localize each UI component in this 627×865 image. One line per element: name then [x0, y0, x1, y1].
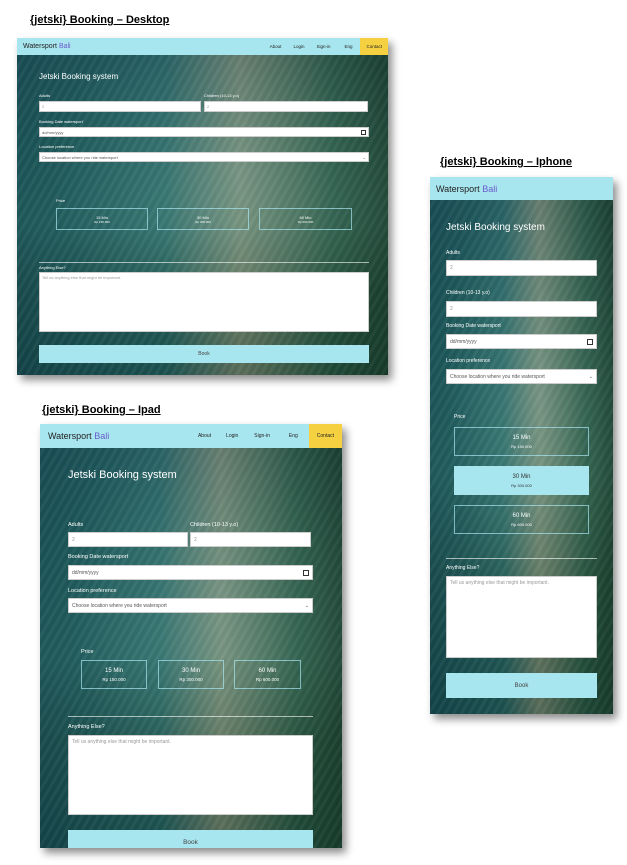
date-input[interactable]: dd/mm/yyyy [39, 127, 369, 137]
location-label: Location preference [39, 144, 75, 149]
children-label: Children (10-13 y.o) [204, 93, 240, 98]
iphone-nav: Watersport Bali [430, 177, 613, 200]
children-input[interactable]: 2 [446, 301, 597, 317]
iphone-caption: {jetski} Booking – Iphone [440, 156, 573, 168]
price-option-60[interactable]: 60 Min Rp 600.000 [259, 208, 352, 230]
children-input[interactable]: 2 [204, 101, 368, 112]
price-option-30[interactable]: 30 Min Rp 300.000 [454, 466, 589, 495]
date-input[interactable]: dd/mm/yyyy [68, 565, 313, 580]
location-select[interactable]: Choose location where you ride waterspor… [446, 369, 597, 384]
iphone-brand[interactable]: Watersport Bali [436, 184, 497, 194]
children-label: Children (10-13 y.o) [446, 290, 490, 296]
ipad-caption: {jetski} Booking – Ipad [42, 404, 161, 416]
chevron-down-icon: ⌄ [588, 373, 593, 380]
date-label: Booking Date watersport [39, 119, 83, 124]
nav-about[interactable]: About [191, 424, 218, 448]
ipad-nav: Watersport Bali About Login Sign-in Eng … [40, 424, 342, 448]
ipad-frame: Watersport Bali About Login Sign-in Eng … [40, 424, 342, 848]
children-input[interactable]: 2 [190, 532, 311, 547]
anything-textarea[interactable]: Tell us anything else that might be impo… [446, 576, 597, 658]
adults-label: Adults [39, 93, 51, 98]
page-title: Jetski Booking system [39, 72, 119, 81]
nav-signin[interactable]: Sign-in [310, 38, 336, 55]
nav-login[interactable]: Login [218, 424, 246, 448]
iphone-frame: Watersport Bali Jetski Booking system Ad… [430, 177, 613, 714]
adults-label: Adults [68, 522, 84, 528]
divider [446, 558, 597, 559]
desktop-nav: Watersport Bali About Login Sign-in Eng … [17, 38, 388, 55]
price-label: Price [81, 649, 94, 655]
adults-input[interactable]: 2 [39, 101, 201, 112]
price-option-15[interactable]: 15 Min Rp 150.000 [454, 427, 589, 456]
price-option-15[interactable]: 15 Min Rp 150.000 [56, 208, 148, 230]
date-label: Booking Date watersport [446, 323, 501, 329]
anything-textarea[interactable]: Tell us anything else that might be impo… [39, 272, 369, 332]
desktop-caption: {jetski} Booking – Desktop [30, 14, 170, 26]
price-option-30[interactable]: 30 Min Rp 300.000 [158, 660, 224, 689]
calendar-icon [361, 129, 366, 135]
desktop-brand[interactable]: Watersport Bali [23, 43, 71, 50]
divider [68, 716, 313, 717]
nav-contact[interactable]: Contact [308, 424, 342, 448]
divider [39, 262, 369, 263]
location-label: Location preference [68, 588, 117, 594]
page-title: Jetski Booking system [68, 469, 177, 481]
page-title: Jetski Booking system [446, 222, 545, 233]
book-button[interactable]: Book [68, 830, 313, 848]
nav-signin[interactable]: Sign-in [246, 424, 278, 448]
date-input[interactable]: dd/mm/yyyy [446, 334, 597, 349]
book-button[interactable]: Book [39, 345, 369, 363]
location-select[interactable]: Choose location where you ride waterspor… [68, 598, 313, 613]
nav-lang[interactable]: Eng [278, 424, 309, 448]
nav-contact[interactable]: Contact [360, 38, 388, 55]
nav-lang[interactable]: Eng [336, 38, 360, 55]
children-label: Children (10-13 y.o) [190, 522, 239, 528]
location-select[interactable]: Choose location where you ride waterspor… [39, 152, 369, 162]
book-button[interactable]: Book [446, 673, 597, 698]
chevron-down-icon: ⌄ [362, 154, 366, 160]
calendar-icon [587, 338, 593, 345]
adults-label: Adults [446, 250, 460, 256]
adults-input[interactable]: 2 [446, 260, 597, 276]
anything-textarea[interactable]: Tell us anything else that might be impo… [68, 735, 313, 815]
location-label: Location preference [446, 358, 491, 364]
price-option-60[interactable]: 60 Min Rp 600.000 [454, 505, 589, 534]
chevron-down-icon: ⌄ [304, 602, 309, 609]
nav-login[interactable]: Login [287, 38, 310, 55]
calendar-icon [303, 569, 309, 576]
price-option-15[interactable]: 15 Min Rp 150.000 [81, 660, 147, 689]
price-option-60[interactable]: 60 Min Rp 600.000 [234, 660, 301, 689]
adults-input[interactable]: 2 [68, 532, 188, 547]
anything-label: Anything Else? [39, 265, 66, 270]
desktop-frame: Watersport Bali About Login Sign-in Eng … [17, 38, 388, 375]
ipad-brand[interactable]: Watersport Bali [48, 431, 109, 441]
anything-label: Anything Else? [68, 724, 105, 730]
anything-label: Anything Else? [446, 565, 480, 571]
price-label: Price [56, 198, 66, 203]
price-option-30[interactable]: 30 Min Rp 300.000 [157, 208, 249, 230]
price-label: Price [454, 414, 466, 420]
date-label: Booking Date watersport [68, 554, 129, 560]
nav-about[interactable]: About [264, 38, 288, 55]
